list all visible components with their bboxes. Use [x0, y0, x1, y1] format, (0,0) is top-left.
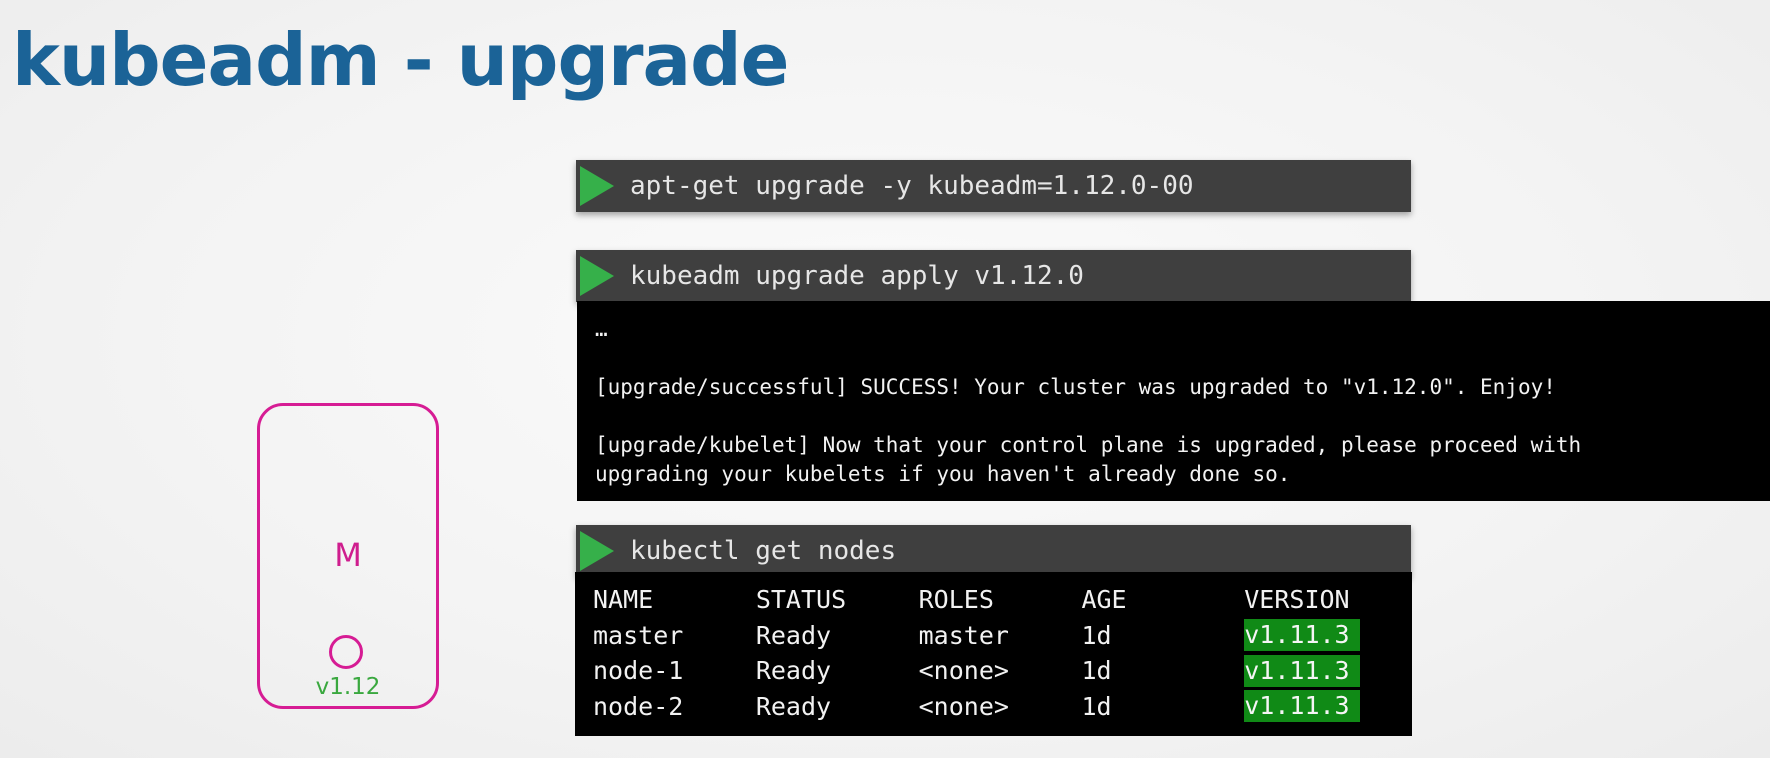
- table-row: master Ready master 1d v1.11.3: [593, 618, 1412, 654]
- node-status: Ready: [755, 620, 832, 650]
- node-roles: <none>: [918, 656, 1009, 686]
- node-version-badge: v1.11.3: [1244, 619, 1361, 652]
- node-name: node-1: [593, 656, 684, 686]
- node-name: node-2: [593, 691, 684, 721]
- slide-title: kubeadm - upgrade: [12, 18, 789, 102]
- master-node-label: M: [334, 536, 362, 574]
- column-header-age: AGE: [1081, 585, 1127, 615]
- node-age: 1d: [1081, 691, 1112, 721]
- play-icon: [580, 531, 614, 571]
- play-icon: [580, 256, 614, 296]
- column-header-name: NAME: [593, 585, 654, 615]
- kubelet-circle-icon: [329, 635, 363, 669]
- command-bar-kubeadm-apply: kubeadm upgrade apply v1.12.0: [576, 250, 1411, 302]
- command-bar-apt-get: apt-get upgrade -y kubeadm=1.12.0-00: [576, 160, 1411, 212]
- node-status: Ready: [755, 691, 832, 721]
- output-kubelet-line: [upgrade/kubelet] Now that your control …: [595, 433, 1582, 457]
- node-version-badge: v1.11.3: [1244, 654, 1361, 687]
- command-bar-kubectl-get-nodes: kubectl get nodes: [576, 525, 1411, 577]
- node-roles: <none>: [918, 691, 1009, 721]
- output-ellipsis: …: [595, 317, 608, 341]
- node-status: Ready: [755, 656, 832, 686]
- node-age: 1d: [1081, 620, 1112, 650]
- column-header-roles: ROLES: [918, 585, 994, 615]
- command-text: apt-get upgrade -y kubeadm=1.12.0-00: [630, 171, 1194, 201]
- node-name: master: [593, 620, 684, 650]
- command-text: kubectl get nodes: [630, 536, 897, 566]
- table-header-row: NAME STATUS ROLES AGE VERSION: [593, 582, 1412, 618]
- terminal-output-nodes: NAME STATUS ROLES AGE VERSION master Rea…: [575, 572, 1412, 736]
- output-success-line: [upgrade/successful] SUCCESS! Your clust…: [595, 375, 1556, 399]
- terminal-output-apply: … [upgrade/successful] SUCCESS! Your clu…: [577, 301, 1770, 501]
- kubelet-version-label: v1.12: [315, 674, 381, 700]
- node-version-badge: v1.11.3: [1244, 690, 1361, 723]
- table-row: node-2 Ready <none> 1d v1.11.3: [593, 689, 1412, 725]
- column-header-status: STATUS: [755, 585, 847, 615]
- output-kubelet-line: upgrading your kubelets if you haven't a…: [595, 462, 1291, 486]
- node-roles: master: [918, 620, 1009, 650]
- node-age: 1d: [1081, 656, 1112, 686]
- play-icon: [580, 166, 614, 206]
- master-node-box: M v1.12: [257, 403, 439, 709]
- column-header-version: VERSION: [1244, 585, 1350, 615]
- table-row: node-1 Ready <none> 1d v1.11.3: [593, 653, 1412, 689]
- command-text: kubeadm upgrade apply v1.12.0: [630, 261, 1084, 291]
